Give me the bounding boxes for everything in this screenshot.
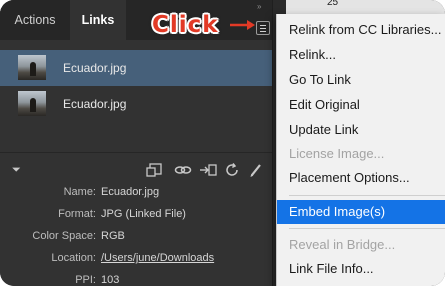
link-row[interactable]: Ecuador.jpg bbox=[0, 86, 272, 122]
hamburger-line bbox=[260, 31, 266, 32]
menu-item-link-file-info[interactable]: Link File Info... bbox=[277, 257, 445, 281]
menu-item-update-link[interactable]: Update Link bbox=[277, 118, 445, 142]
hamburger-line bbox=[260, 28, 266, 29]
relink-from-cc-icon[interactable] bbox=[146, 162, 164, 178]
info-ppi: PPI: 103 bbox=[0, 274, 272, 286]
menu-item-go-to-link[interactable]: Go To Link bbox=[277, 68, 445, 92]
menu-item-edit-original[interactable]: Edit Original bbox=[277, 93, 445, 117]
info-format: Format: JPG (Linked File) bbox=[0, 208, 272, 228]
info-label: Format: bbox=[58, 208, 96, 220]
menu-item-embed-images[interactable]: Embed Image(s) bbox=[277, 200, 445, 224]
menu-separator bbox=[289, 228, 445, 229]
panel-menu-button[interactable] bbox=[256, 21, 270, 35]
info-location: Location: /Users/june/Downloads bbox=[0, 252, 272, 272]
info-location-link[interactable]: /Users/june/Downloads bbox=[101, 252, 214, 264]
info-value: JPG (Linked File) bbox=[101, 208, 186, 220]
go-to-link-icon[interactable] bbox=[199, 162, 217, 178]
edit-original-icon[interactable] bbox=[249, 162, 263, 178]
menu-separator bbox=[289, 195, 445, 196]
window-frame: Actions Links » Click Ecuador.jpg Ecuado… bbox=[0, 0, 445, 286]
info-name: Name: Ecuador.jpg bbox=[0, 186, 272, 206]
links-panel: Actions Links » Click Ecuador.jpg Ecuado… bbox=[0, 0, 272, 286]
tab-actions[interactable]: Actions bbox=[0, 0, 70, 40]
menu-item-license-image: License Image... bbox=[289, 146, 385, 161]
info-label: Name: bbox=[63, 186, 96, 198]
link-name: Ecuador.jpg bbox=[63, 97, 127, 111]
menu-item-relink-from-cc[interactable]: Relink from CC Libraries... bbox=[277, 18, 445, 42]
links-toolbar: ⏷ bbox=[0, 158, 272, 182]
info-label: Color Space: bbox=[32, 230, 96, 242]
link-name: Ecuador.jpg bbox=[63, 61, 127, 75]
info-label: Location: bbox=[51, 252, 96, 264]
relink-chain-icon[interactable] bbox=[174, 163, 192, 177]
annotation-arrow-icon bbox=[230, 20, 255, 30]
menu-item-reveal-in-bridge: Reveal in Bridge... bbox=[289, 237, 396, 252]
ruler-label: 25 bbox=[327, 0, 339, 8]
update-link-icon[interactable] bbox=[224, 162, 240, 178]
info-label: PPI: bbox=[75, 274, 96, 286]
click-annotation-label: Click bbox=[152, 12, 219, 38]
info-value: Ecuador.jpg bbox=[101, 186, 160, 198]
info-value: RGB bbox=[101, 230, 125, 242]
image-thumbnail bbox=[18, 91, 46, 116]
tab-links[interactable]: Links bbox=[70, 0, 126, 40]
menu-item-relink[interactable]: Relink... bbox=[277, 43, 445, 67]
panel-divider bbox=[0, 152, 272, 153]
info-value: 103 bbox=[101, 274, 120, 286]
hamburger-line bbox=[260, 25, 266, 26]
menu-item-placement-options[interactable]: Placement Options... bbox=[277, 166, 445, 190]
expand-info-icon[interactable]: ⏷ bbox=[12, 164, 21, 177]
horizontal-ruler: 25 bbox=[286, 0, 445, 15]
link-row-selected[interactable]: Ecuador.jpg bbox=[0, 50, 272, 86]
info-color-space: Color Space: RGB bbox=[0, 230, 272, 250]
collapse-panel-icon[interactable]: » bbox=[257, 2, 261, 11]
image-thumbnail bbox=[18, 55, 46, 80]
panel-flyout-menu: Relink from CC Libraries... Relink... Go… bbox=[276, 14, 445, 286]
